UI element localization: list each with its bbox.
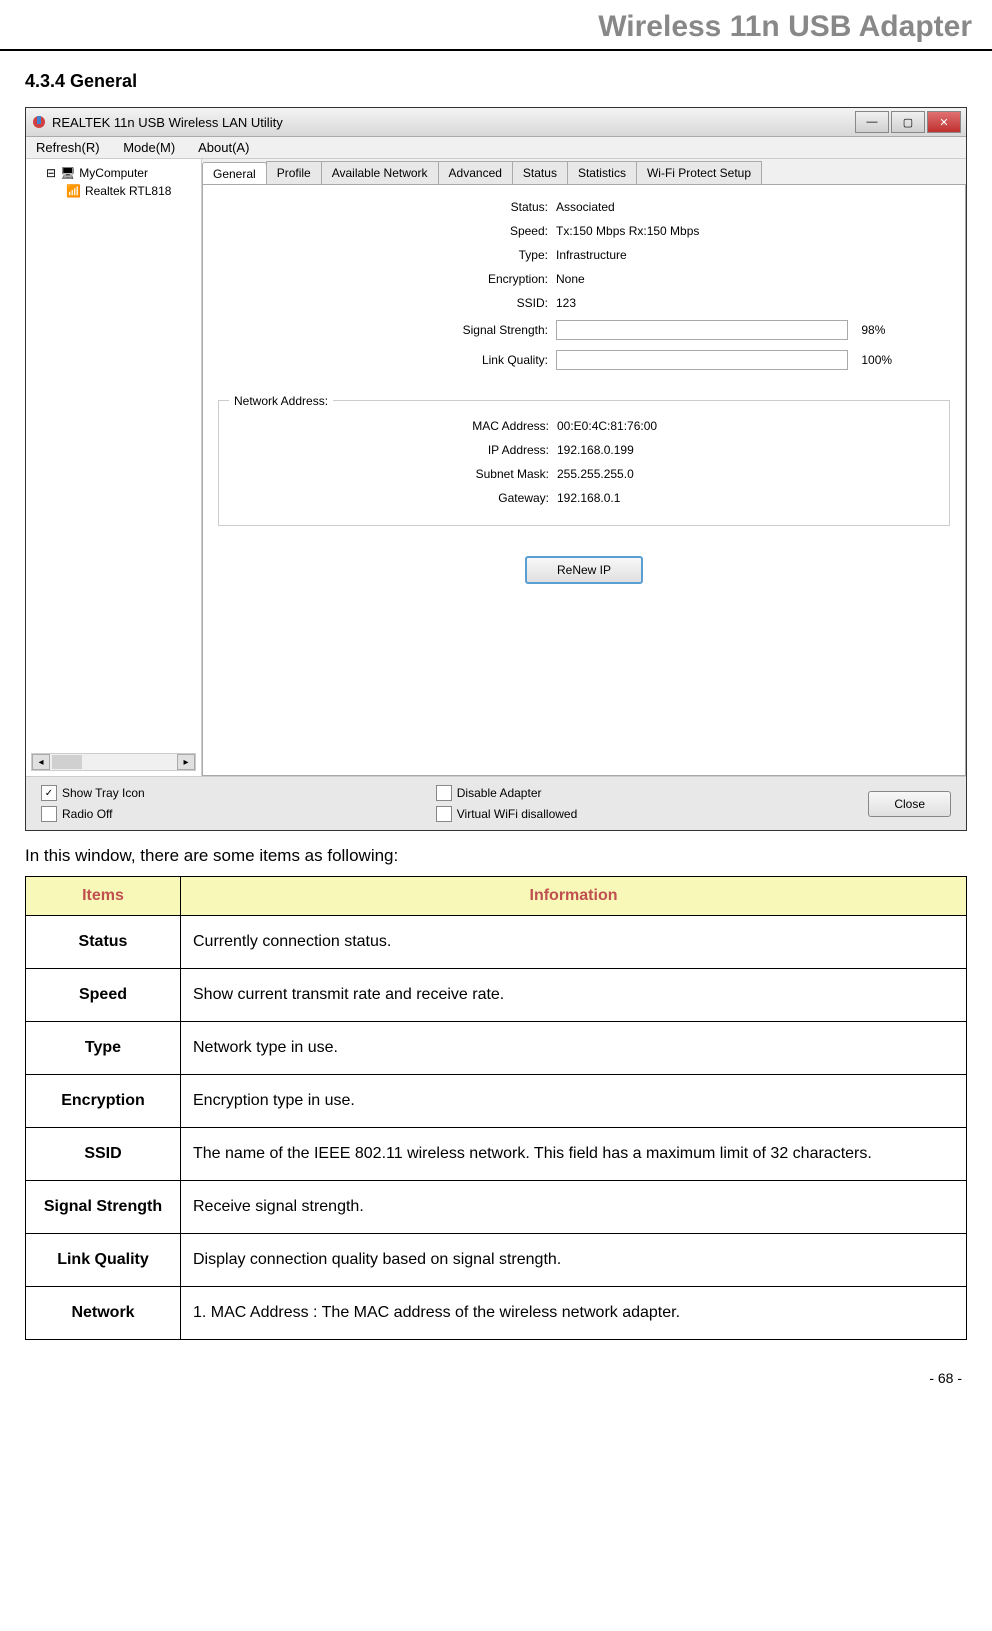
adapter-icon: 📶 (66, 184, 81, 198)
tree-toggle-icon[interactable]: ⊟ (46, 166, 56, 180)
subnet-label: Subnet Mask: (219, 467, 557, 481)
signal-strength-bar (556, 320, 848, 340)
scroll-right-icon[interactable]: ▸ (177, 754, 195, 770)
subnet-value: 255.255.255.0 (557, 467, 949, 481)
tab-general[interactable]: General (202, 162, 267, 185)
tab-wps[interactable]: Wi-Fi Protect Setup (636, 161, 762, 184)
window-title: REALTEK 11n USB Wireless LAN Utility (52, 115, 283, 130)
scroll-thumb[interactable] (52, 755, 82, 769)
ssid-value: 123 (556, 296, 950, 310)
network-address-group: Network Address: MAC Address: 00:E0:4C:8… (218, 400, 950, 526)
speed-label: Speed: (218, 224, 556, 238)
tab-available-network[interactable]: Available Network (321, 161, 439, 184)
tree-root[interactable]: ⊟ 🖥 MyComputer (31, 164, 196, 182)
renew-ip-button[interactable]: ReNew IP (525, 556, 643, 584)
table-item-name: Link Quality (26, 1234, 181, 1287)
mac-label: MAC Address: (219, 419, 557, 433)
menu-mode[interactable]: Mode(M) (123, 140, 175, 155)
table-item-name: Signal Strength (26, 1181, 181, 1234)
table-item-name: Speed (26, 969, 181, 1022)
table-item-name: Encryption (26, 1075, 181, 1128)
encryption-value: None (556, 272, 950, 286)
table-row: Signal Strength Receive signal strength. (26, 1181, 967, 1234)
tree-child[interactable]: 📶 Realtek RTL818 (31, 182, 196, 200)
header-title: Wireless 11n USB Adapter (598, 10, 972, 43)
maximize-button[interactable]: ▢ (891, 111, 925, 133)
link-quality-pct: 100% (861, 353, 892, 367)
signal-strength-label: Signal Strength: (218, 323, 556, 337)
mac-value: 00:E0:4C:81:76:00 (557, 419, 949, 433)
computer-icon: 🖥 (60, 166, 75, 180)
ip-label: IP Address: (219, 443, 557, 457)
tab-status[interactable]: Status (512, 161, 568, 184)
table-item-info: Show current transmit rate and receive r… (181, 969, 967, 1022)
items-table: Items Information Status Currently conne… (25, 876, 967, 1340)
disable-adapter-checkbox[interactable] (436, 785, 452, 801)
title-bar: REALTEK 11n USB Wireless LAN Utility — ▢… (26, 108, 966, 137)
status-value: Associated (556, 200, 950, 214)
tab-profile[interactable]: Profile (266, 161, 322, 184)
network-address-label: Network Address: (229, 394, 333, 408)
show-tray-label: Show Tray Icon (62, 786, 145, 800)
table-item-name: SSID (26, 1128, 181, 1181)
close-button[interactable]: Close (868, 791, 951, 817)
type-value: Infrastructure (556, 248, 950, 262)
table-item-info: 1. MAC Address : The MAC address of the … (181, 1287, 967, 1340)
tab-advanced[interactable]: Advanced (438, 161, 513, 184)
table-row: Type Network type in use. (26, 1022, 967, 1075)
gateway-value: 192.168.0.1 (557, 491, 949, 505)
tab-bar: General Profile Available Network Advanc… (202, 159, 966, 184)
link-quality-bar (556, 350, 848, 370)
tab-content: Status: Associated Speed: Tx:150 Mbps Rx… (202, 184, 966, 776)
encryption-label: Encryption: (218, 272, 556, 286)
radio-off-checkbox[interactable] (41, 806, 57, 822)
link-quality-label: Link Quality: (218, 353, 556, 367)
radio-off-label: Radio Off (62, 807, 112, 821)
status-label: Status: (218, 200, 556, 214)
app-icon (31, 114, 47, 130)
menu-refresh[interactable]: Refresh(R) (36, 140, 100, 155)
page-number: - 68 - (0, 1360, 992, 1396)
virtual-wifi-label: Virtual WiFi disallowed (457, 807, 578, 821)
table-row: Network 1. MAC Address : The MAC address… (26, 1287, 967, 1340)
table-item-info: The name of the IEEE 802.11 wireless net… (181, 1128, 967, 1181)
show-tray-checkbox[interactable]: ✓ (41, 785, 57, 801)
table-item-name: Network (26, 1287, 181, 1340)
minimize-button[interactable]: — (855, 111, 889, 133)
table-item-info: Currently connection status. (181, 916, 967, 969)
page-header: Wireless 11n USB Adapter (0, 0, 992, 51)
scroll-left-icon[interactable]: ◂ (32, 754, 50, 770)
table-item-name: Status (26, 916, 181, 969)
close-window-button[interactable]: ✕ (927, 111, 961, 133)
sidebar-scrollbar[interactable]: ◂ ▸ (31, 753, 196, 771)
ip-value: 192.168.0.199 (557, 443, 949, 457)
gateway-label: Gateway: (219, 491, 557, 505)
table-row: Link Quality Display connection quality … (26, 1234, 967, 1287)
table-item-info: Network type in use. (181, 1022, 967, 1075)
table-row: Speed Show current transmit rate and rec… (26, 969, 967, 1022)
type-label: Type: (218, 248, 556, 262)
section-heading: 4.3.4 General (25, 71, 967, 92)
disable-adapter-label: Disable Adapter (457, 786, 542, 800)
bottom-bar: ✓ Show Tray Icon Radio Off Disable Adapt… (26, 776, 966, 830)
menu-about[interactable]: About(A) (198, 140, 249, 155)
table-item-info: Receive signal strength. (181, 1181, 967, 1234)
signal-strength-pct: 98% (861, 323, 885, 337)
virtual-wifi-checkbox[interactable] (436, 806, 452, 822)
table-item-name: Type (26, 1022, 181, 1075)
table-item-info: Encryption type in use. (181, 1075, 967, 1128)
description-text: In this window, there are some items as … (25, 846, 967, 866)
tab-statistics[interactable]: Statistics (567, 161, 637, 184)
table-item-info: Display connection quality based on sign… (181, 1234, 967, 1287)
menu-bar: Refresh(R) Mode(M) About(A) (26, 137, 966, 159)
table-header-info: Information (181, 877, 967, 916)
ssid-label: SSID: (218, 296, 556, 310)
table-row: Status Currently connection status. (26, 916, 967, 969)
table-row: SSID The name of the IEEE 802.11 wireles… (26, 1128, 967, 1181)
sidebar: ⊟ 🖥 MyComputer 📶 Realtek RTL818 ◂ ▸ (26, 159, 202, 776)
table-header-items: Items (26, 877, 181, 916)
speed-value: Tx:150 Mbps Rx:150 Mbps (556, 224, 950, 238)
table-row: Encryption Encryption type in use. (26, 1075, 967, 1128)
app-window: REALTEK 11n USB Wireless LAN Utility — ▢… (25, 107, 967, 831)
